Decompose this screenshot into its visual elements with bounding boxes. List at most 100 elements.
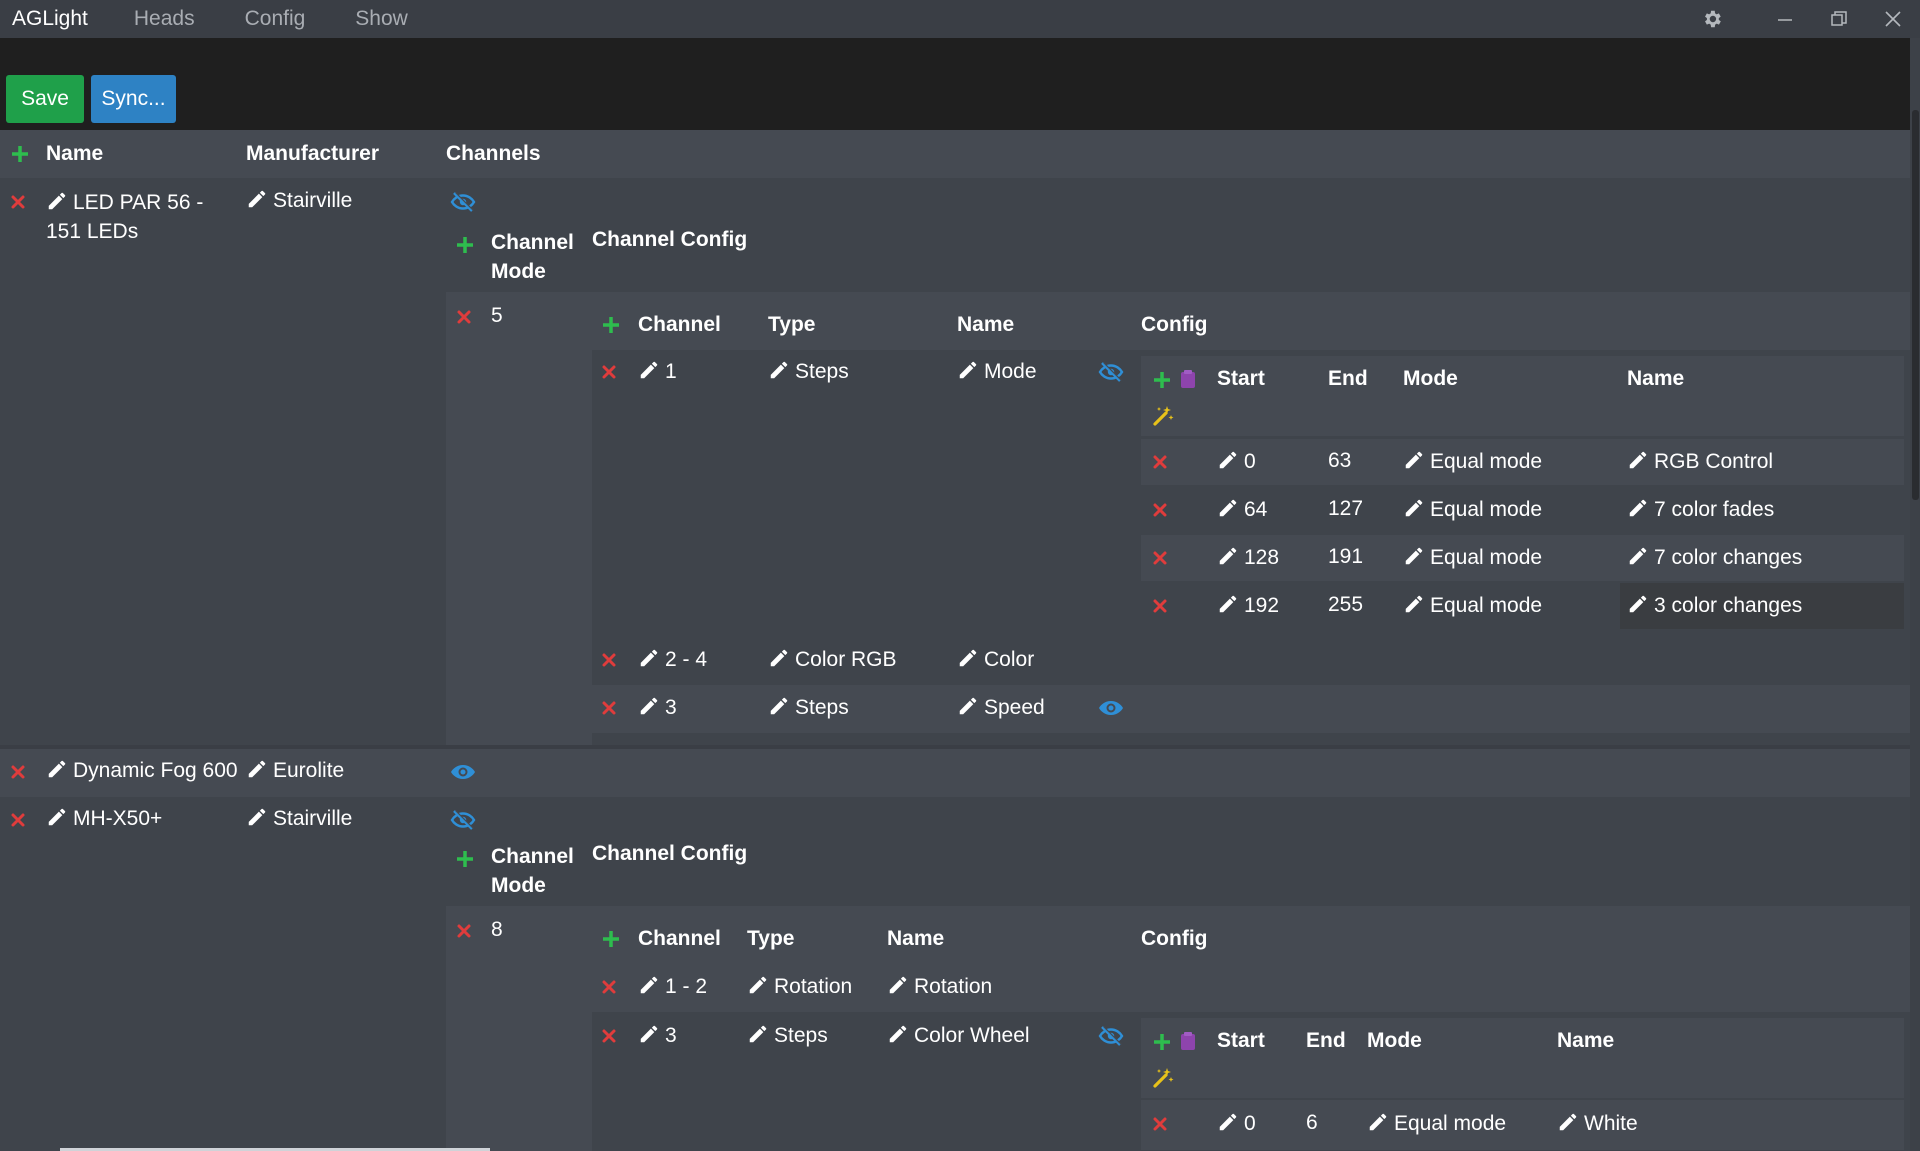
pencil-icon[interactable] (1403, 545, 1425, 567)
delete-config-x-icon[interactable] (1152, 1116, 1168, 1132)
pencil-icon[interactable] (747, 1023, 769, 1045)
minimize-icon[interactable] (1774, 8, 1796, 30)
pencil-icon[interactable] (246, 188, 268, 210)
add-config-plus-icon[interactable] (1152, 370, 1172, 390)
config-name[interactable]: 7 color changes (1627, 545, 1802, 570)
pencil-icon[interactable] (768, 359, 790, 381)
close-icon[interactable] (1882, 8, 1904, 30)
pencil-icon[interactable] (246, 758, 268, 780)
pencil-icon[interactable] (887, 974, 909, 996)
delete-head-x-icon[interactable] (10, 764, 26, 780)
pencil-icon[interactable] (1403, 497, 1425, 519)
eye-slash-icon[interactable] (1098, 362, 1124, 382)
pencil-icon[interactable] (957, 695, 979, 717)
channel-number[interactable]: 1 - 2 (638, 974, 707, 999)
pencil-icon[interactable] (246, 806, 268, 828)
config-name[interactable]: RGB Control (1627, 449, 1773, 474)
head-manufacturer[interactable]: Stairville (246, 806, 352, 831)
eye-icon[interactable] (450, 762, 476, 782)
pencil-icon[interactable] (46, 758, 68, 780)
channel-name[interactable]: Mode (957, 359, 1037, 384)
channel-name[interactable]: Rotation (887, 974, 992, 999)
config-start[interactable]: 0 (1217, 1111, 1256, 1136)
eye-slash-icon[interactable] (450, 810, 476, 830)
add-channel-plus-icon[interactable] (601, 929, 621, 949)
channel-type[interactable]: Steps (768, 359, 849, 384)
menu-heads[interactable]: Heads (134, 7, 195, 31)
delete-channel-x-icon[interactable] (601, 979, 617, 995)
pencil-icon[interactable] (1627, 449, 1649, 471)
settings-gear-icon[interactable] (1701, 8, 1723, 30)
pencil-icon[interactable] (887, 1023, 909, 1045)
pencil-icon[interactable] (1217, 497, 1239, 519)
head-name[interactable]: MH-X50+ (46, 806, 162, 831)
vertical-scrollbar[interactable] (1910, 38, 1920, 1151)
delete-head-x-icon[interactable] (10, 194, 26, 210)
pencil-icon[interactable] (1217, 593, 1239, 615)
pencil-icon[interactable] (747, 974, 769, 996)
pencil-icon[interactable] (638, 1023, 660, 1045)
pencil-icon[interactable] (957, 359, 979, 381)
delete-mode-x-icon[interactable] (456, 923, 472, 939)
head-name[interactable]: LED PAR 56 - 151 LEDs (46, 188, 231, 246)
channel-number[interactable]: 3 (638, 1023, 677, 1048)
channel-type[interactable]: Rotation (747, 974, 852, 999)
channel-name[interactable]: Color (957, 647, 1034, 672)
config-mode[interactable]: Equal mode (1403, 449, 1542, 474)
menu-show[interactable]: Show (355, 7, 408, 31)
channel-type[interactable]: Steps (768, 695, 849, 720)
eye-slash-icon[interactable] (450, 192, 476, 212)
pencil-icon[interactable] (1403, 593, 1425, 615)
delete-channel-x-icon[interactable] (601, 364, 617, 380)
add-channel-plus-icon[interactable] (601, 315, 621, 335)
add-mode-plus-icon[interactable] (455, 849, 475, 869)
head-name[interactable]: Dynamic Fog 600 (46, 758, 238, 783)
pencil-icon[interactable] (1367, 1111, 1389, 1133)
head-manufacturer[interactable]: Eurolite (246, 758, 344, 783)
add-head-plus-icon[interactable] (10, 144, 30, 164)
pencil-icon[interactable] (638, 974, 660, 996)
head-manufacturer[interactable]: Stairville (246, 188, 352, 213)
clipboard-icon[interactable] (1180, 1031, 1196, 1051)
delete-config-x-icon[interactable] (1152, 598, 1168, 614)
config-mode[interactable]: Equal mode (1403, 545, 1542, 570)
pencil-icon[interactable] (46, 190, 68, 212)
clipboard-icon[interactable] (1180, 369, 1196, 389)
pencil-icon[interactable] (638, 695, 660, 717)
channel-name[interactable]: Speed (957, 695, 1045, 720)
pencil-icon[interactable] (46, 806, 68, 828)
channel-type[interactable]: Steps (747, 1023, 828, 1048)
config-start[interactable]: 64 (1217, 497, 1267, 522)
config-mode[interactable]: Equal mode (1403, 497, 1542, 522)
pencil-icon[interactable] (768, 695, 790, 717)
channel-type[interactable]: Color RGB (768, 647, 897, 672)
config-start[interactable]: 0 (1217, 449, 1256, 474)
pencil-icon[interactable] (1557, 1111, 1579, 1133)
channel-number[interactable]: 3 (638, 695, 677, 720)
magic-wand-icon[interactable] (1152, 1067, 1174, 1089)
menu-config[interactable]: Config (245, 7, 306, 31)
sync-button[interactable]: Sync... (91, 75, 176, 123)
config-start[interactable]: 192 (1217, 593, 1279, 618)
pencil-icon[interactable] (768, 647, 790, 669)
pencil-icon[interactable] (638, 359, 660, 381)
pencil-icon[interactable] (1217, 449, 1239, 471)
channel-name[interactable]: Color Wheel (887, 1023, 1030, 1048)
delete-channel-x-icon[interactable] (601, 1028, 617, 1044)
delete-config-x-icon[interactable] (1152, 454, 1168, 470)
delete-config-x-icon[interactable] (1152, 502, 1168, 518)
magic-wand-icon[interactable] (1152, 405, 1174, 427)
delete-head-x-icon[interactable] (10, 812, 26, 828)
config-mode[interactable]: Equal mode (1367, 1111, 1506, 1136)
pencil-icon[interactable] (1217, 1111, 1239, 1133)
pencil-icon[interactable] (1627, 497, 1649, 519)
pencil-icon[interactable] (1627, 545, 1649, 567)
delete-mode-x-icon[interactable] (456, 309, 472, 325)
pencil-icon[interactable] (638, 647, 660, 669)
channel-number[interactable]: 2 - 4 (638, 647, 707, 672)
add-config-plus-icon[interactable] (1152, 1032, 1172, 1052)
eye-slash-icon[interactable] (1098, 1026, 1124, 1046)
pencil-icon[interactable] (957, 647, 979, 669)
config-mode[interactable]: Equal mode (1403, 593, 1542, 618)
pencil-icon[interactable] (1217, 545, 1239, 567)
